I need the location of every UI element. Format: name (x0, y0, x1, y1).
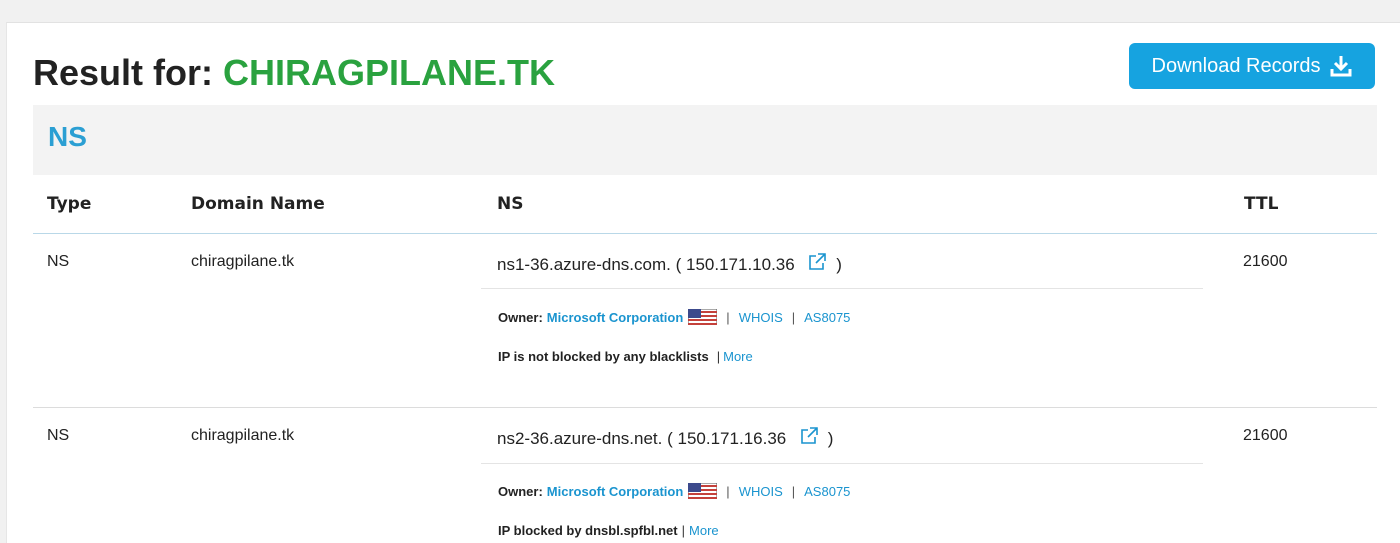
row-subdivider (481, 288, 1203, 289)
owner-link[interactable]: Microsoft Corporation (547, 310, 684, 325)
ns-ip-close: ) (836, 255, 842, 274)
more-link[interactable]: More (689, 523, 719, 538)
blacklist-line: IP blocked by dnsbl.spfbl.net | More (498, 523, 719, 538)
cell-domain: chiragpilane.tk (191, 427, 295, 444)
whois-link[interactable]: WHOIS (739, 484, 783, 499)
blacklist-status: IP is not blocked by any blacklists (498, 349, 709, 364)
owner-line: Owner: Microsoft Corporation | WHOIS | A… (498, 483, 850, 499)
separator: | (726, 483, 730, 499)
column-header-ns: NS (497, 194, 524, 214)
separator: | (716, 349, 721, 364)
row-divider (33, 407, 1377, 408)
external-link-icon[interactable] (799, 426, 819, 446)
whois-link[interactable]: WHOIS (739, 310, 783, 325)
more-link[interactable]: More (723, 349, 753, 364)
external-link-icon[interactable] (807, 252, 827, 272)
cell-type: NS (47, 253, 70, 270)
column-header-ttl: TTL (1244, 194, 1279, 214)
cell-type: NS (47, 427, 70, 444)
header-divider (33, 233, 1377, 234)
section-header-ns: NS (33, 105, 1377, 175)
cell-ttl: 21600 (1243, 427, 1288, 444)
blacklist-line: IP is not blocked by any blacklists | Mo… (498, 349, 753, 364)
ns-ip: 150.171.10.36 (686, 255, 795, 274)
cell-ns: ns1-36.azure-dns.com. ( 150.171.10.36 ) (497, 252, 842, 275)
section-title: NS (48, 121, 87, 152)
download-records-label: Download Records (1151, 54, 1321, 77)
title-prefix: Result for: (33, 52, 213, 93)
page-title: Result for: CHIRAGPILANE.TK (33, 52, 555, 94)
download-icon (1330, 56, 1352, 77)
download-records-button[interactable]: Download Records (1129, 43, 1375, 89)
blacklist-status: IP blocked by dnsbl.spfbl.net (498, 523, 678, 538)
ns-ip-close: ) (827, 429, 834, 448)
owner-label: Owner: (498, 483, 543, 499)
ns-ip: 150.171.16.36 (677, 429, 787, 448)
cell-ns: ns2-36.azure-dns.net. ( 150.171.16.36 ) (497, 426, 833, 449)
ns-host: ns1-36.azure-dns.com. (497, 255, 671, 274)
cell-domain: chiragpilane.tk (191, 253, 295, 270)
column-header-domain-name: Domain Name (191, 194, 325, 214)
separator: | (791, 483, 796, 499)
asn-link[interactable]: AS8075 (804, 484, 850, 499)
separator: | (681, 523, 686, 538)
ns-ip-open: ( (667, 429, 678, 448)
ns-ip-open: ( (675, 255, 686, 274)
owner-link[interactable]: Microsoft Corporation (547, 484, 684, 499)
ns-host: ns2-36.azure-dns.net. (497, 429, 663, 448)
separator: | (791, 309, 796, 325)
row-subdivider (481, 463, 1203, 464)
us-flag-icon (688, 483, 718, 499)
asn-link[interactable]: AS8075 (804, 310, 850, 325)
cell-ttl: 21600 (1243, 253, 1288, 270)
separator: | (726, 309, 730, 325)
us-flag-icon (688, 309, 718, 325)
results-card: Result for: CHIRAGPILANE.TK Download Rec… (6, 22, 1400, 543)
title-domain: CHIRAGPILANE.TK (223, 52, 556, 93)
column-header-type: Type (47, 194, 92, 214)
owner-label: Owner: (498, 309, 543, 325)
owner-line: Owner: Microsoft Corporation | WHOIS | A… (498, 309, 850, 325)
